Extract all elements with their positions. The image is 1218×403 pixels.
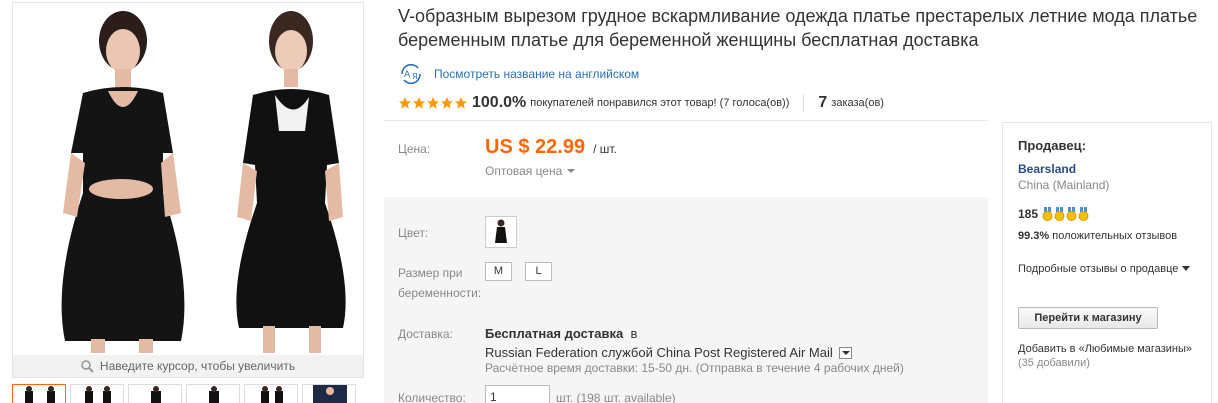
product-gallery: Наведите курсор, чтобы увеличить <box>12 2 364 378</box>
main-product-image[interactable] <box>13 3 363 353</box>
quantity-input[interactable] <box>485 385 550 403</box>
zoom-hint: Наведите курсор, чтобы увеличить <box>13 355 363 377</box>
seller-score-value: 185 <box>1018 207 1039 221</box>
translate-row: A Я Посмотреть название на английском <box>398 63 639 85</box>
chevron-down-icon <box>1182 266 1191 271</box>
shipping-dropdown-icon[interactable] <box>838 346 852 359</box>
product-title: V-образным вырезом грудное вскармливание… <box>398 6 1198 50</box>
star-icon <box>441 97 453 109</box>
favorite-store-text: Добавить в «Любимые магазины» <box>1018 343 1192 355</box>
seller-feedback-text: положительных отзывов <box>1052 230 1178 242</box>
medal-icon <box>1042 207 1053 221</box>
translate-icon: A Я <box>398 63 424 85</box>
orders-count: 7 <box>818 94 828 111</box>
rating-row: 100.0% покупателей понравился этот товар… <box>398 93 884 113</box>
quantity-label: Количество: <box>398 391 466 403</box>
seller-feedback-pct: 99.3% <box>1018 230 1050 242</box>
thumbnail[interactable] <box>186 384 240 403</box>
shipping-route-text: Russian Federation службой China Post Re… <box>485 345 833 360</box>
star-icon <box>455 97 467 109</box>
free-shipping-text: Бесплатная доставка <box>485 326 624 341</box>
size-option-l[interactable]: L <box>525 262 552 281</box>
seller-name-link[interactable]: Bearsland <box>1018 162 1076 176</box>
price-block: US $ 22.99 / шт. <box>485 136 617 159</box>
price-amount: US $ 22.99 <box>485 136 586 158</box>
color-label: Цвет: <box>398 226 429 240</box>
favorite-store-count: (35 добавили) <box>1018 357 1090 369</box>
thumbnail-strip <box>12 384 362 403</box>
seller-feedback: 99.3% положительных отзывов <box>1018 229 1198 243</box>
thumbnail[interactable] <box>70 384 124 403</box>
go-to-store-button[interactable]: Перейти к магазину <box>1018 307 1158 329</box>
dress-photo <box>13 3 363 353</box>
seller-detail-text: Подробные отзывы о продавце <box>1018 263 1179 275</box>
medal-icon <box>1066 207 1077 221</box>
wholesale-label: Оптовая цена <box>485 164 563 178</box>
thumbnail[interactable] <box>244 384 298 403</box>
shipping-route: Russian Federation службой China Post Re… <box>485 345 852 360</box>
svg-text:Я: Я <box>412 72 418 81</box>
seller-score: 185 <box>1018 207 1090 221</box>
price-label: Цена: <box>398 142 431 156</box>
thumbnail[interactable] <box>12 384 66 403</box>
rating-stars <box>398 96 468 110</box>
wholesale-price-toggle[interactable]: Оптовая цена <box>485 164 576 178</box>
seller-heading: Продавец: <box>1018 138 1086 153</box>
zoom-hint-text: Наведите курсор, чтобы увеличить <box>99 359 296 373</box>
rating-text[interactable]: покупателей понравился этот товар! (7 го… <box>530 97 789 109</box>
star-icon <box>413 97 425 109</box>
seller-panel: Продавец: Bearsland China (Mainland) 185… <box>1002 122 1212 403</box>
seller-country: China (Mainland) <box>1018 178 1110 192</box>
seller-detail-feedback-link[interactable]: Подробные отзывы о продавце <box>1018 262 1198 276</box>
medal-icon <box>1054 207 1065 221</box>
thumbnail[interactable] <box>128 384 182 403</box>
rating-percent: 100.0% <box>472 94 527 111</box>
color-swatch-black[interactable] <box>485 216 517 248</box>
free-shipping: Бесплатная доставка в <box>485 326 637 341</box>
free-shipping-suffix: в <box>630 326 638 341</box>
divider <box>803 94 805 112</box>
chevron-down-icon <box>567 169 576 173</box>
add-favorite-store[interactable]: Добавить в «Любимые магазины» (35 добави… <box>1018 342 1203 370</box>
quantity-available: шт. (198 шт. available) <box>556 391 676 403</box>
translate-title-link[interactable]: Посмотреть название на английском <box>434 67 639 81</box>
medal-icon <box>1078 207 1089 221</box>
size-option-m[interactable]: M <box>485 262 512 281</box>
star-icon <box>427 97 439 109</box>
size-label: Размер при беременности: <box>398 266 482 300</box>
orders-label: заказа(ов) <box>831 97 884 109</box>
magnifier-icon <box>81 358 94 380</box>
divider <box>384 120 988 121</box>
price-unit: / шт. <box>593 142 617 156</box>
shipping-estimate: Расчётное время доставки: 15-50 дн. (Отп… <box>485 361 904 375</box>
star-icon <box>399 97 411 109</box>
svg-text:A: A <box>404 70 411 80</box>
shipping-label: Доставка: <box>398 327 453 341</box>
thumbnail[interactable] <box>302 384 356 403</box>
